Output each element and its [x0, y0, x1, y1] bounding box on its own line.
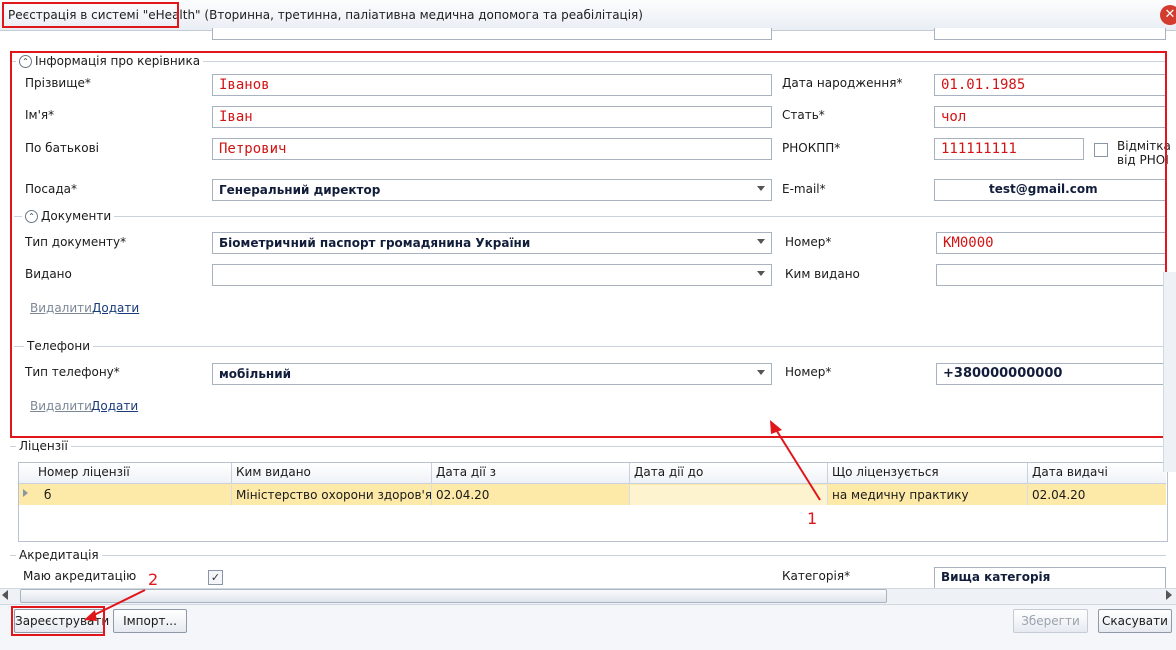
arrow-head-icon [770, 420, 782, 434]
annotation-marker-1: 1 [807, 509, 818, 528]
arrow-head-icon [84, 610, 97, 621]
annotation-arrow-2 [91, 589, 146, 617]
annotation-arrow-1 [774, 427, 821, 501]
annotation-marker-2: 2 [148, 570, 159, 589]
annotation-overlay [84, 420, 821, 621]
